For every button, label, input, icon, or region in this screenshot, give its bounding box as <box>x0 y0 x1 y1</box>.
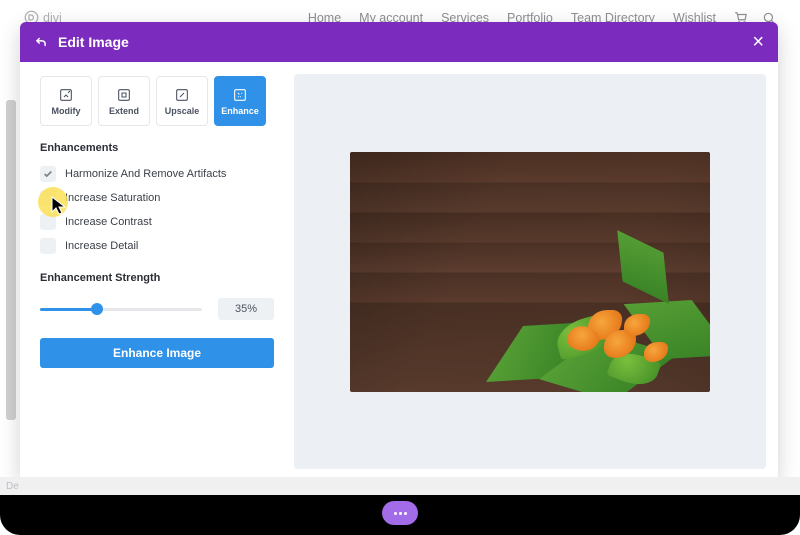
tab-enhance-label: Enhance <box>221 106 259 116</box>
checkbox-icon <box>40 166 56 182</box>
strength-label: Enhancement Strength <box>40 272 274 284</box>
strength-slider[interactable] <box>40 306 202 312</box>
tab-modify-label: Modify <box>52 106 81 116</box>
check-label: Harmonize And Remove Artifacts <box>65 168 226 180</box>
check-label: Increase Detail <box>65 240 138 252</box>
check-saturation[interactable]: Increase Saturation <box>40 190 274 206</box>
edit-image-modal: Edit Image × Modify Extend Up <box>20 22 778 481</box>
upscale-icon <box>174 87 190 103</box>
checkbox-icon <box>40 238 56 254</box>
slider-fill <box>40 308 97 311</box>
page-footer-strip: De <box>0 477 800 495</box>
preview-image <box>350 152 710 392</box>
tab-enhance[interactable]: Enhance <box>214 76 266 126</box>
extend-icon <box>116 87 132 103</box>
tab-extend[interactable]: Extend <box>98 76 150 126</box>
check-label: Increase Contrast <box>65 216 152 228</box>
enhance-icon <box>232 87 248 103</box>
back-button[interactable] <box>34 35 48 49</box>
check-harmonize[interactable]: Harmonize And Remove Artifacts <box>40 166 274 182</box>
modify-icon <box>58 87 74 103</box>
preview-area <box>290 62 778 481</box>
checkbox-icon <box>40 190 56 206</box>
tab-modify[interactable]: Modify <box>40 76 92 126</box>
enhancements-list: Harmonize And Remove Artifacts Increase … <box>40 166 274 254</box>
strength-value[interactable]: 35% <box>218 298 274 320</box>
page-bg-strip <box>6 100 16 420</box>
check-contrast[interactable]: Increase Contrast <box>40 214 274 230</box>
sidebar-panel: Modify Extend Upscale Enhance <box>20 62 290 481</box>
check-detail[interactable]: Increase Detail <box>40 238 274 254</box>
tab-extend-label: Extend <box>109 106 139 116</box>
modal-header: Edit Image × <box>20 22 778 62</box>
slider-thumb[interactable] <box>91 303 103 315</box>
enhancements-heading: Enhancements <box>40 142 274 154</box>
enhance-button[interactable]: Enhance Image <box>40 338 274 368</box>
check-label: Increase Saturation <box>65 192 160 204</box>
close-button[interactable]: × <box>752 32 764 52</box>
tab-upscale-label: Upscale <box>165 106 200 116</box>
more-button[interactable] <box>382 501 418 525</box>
tab-row: Modify Extend Upscale Enhance <box>40 76 274 126</box>
tab-upscale[interactable]: Upscale <box>156 76 208 126</box>
preview-background <box>294 74 766 469</box>
checkbox-icon <box>40 214 56 230</box>
modal-title: Edit Image <box>58 34 129 50</box>
